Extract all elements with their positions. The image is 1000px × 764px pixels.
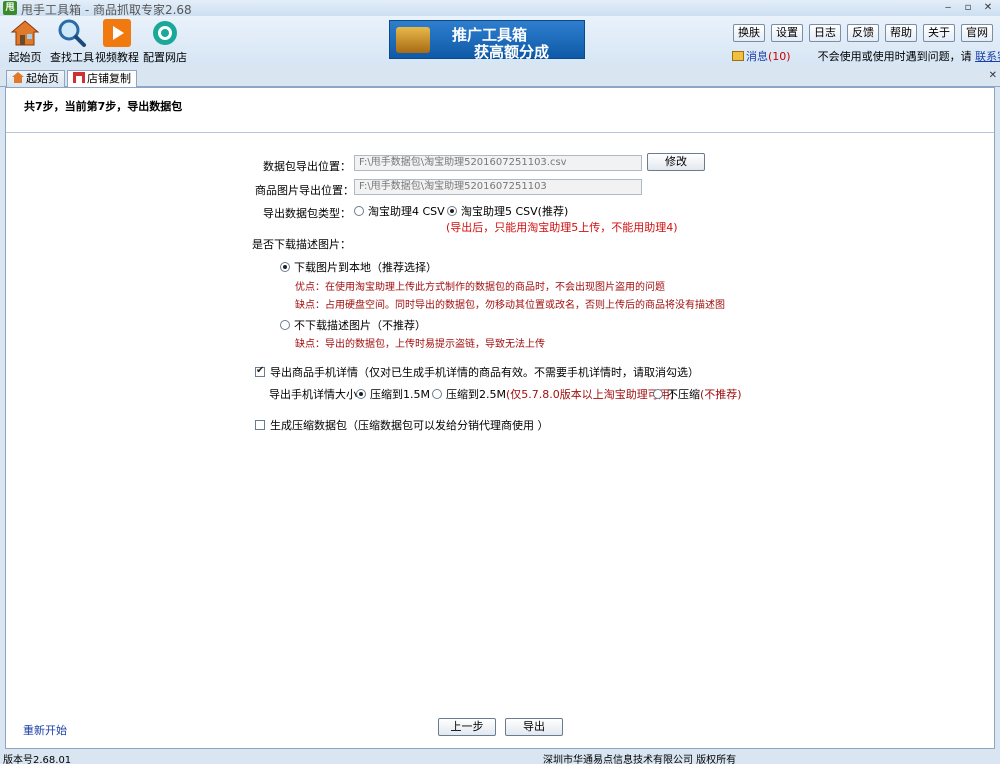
radio-assistant5[interactable] [447,206,457,216]
message-count: (10) [768,50,791,63]
divider [6,132,994,133]
play-icon [103,19,131,47]
promo-banner[interactable]: 推广工具箱 获高额分成 [389,20,585,61]
download-option-none[interactable]: 不下载描述图片（不推荐） [280,317,426,333]
about-button[interactable]: 关于 [923,24,955,42]
version-text: 版本号2.68.01 [3,755,72,764]
radio-download-local[interactable] [280,262,290,272]
radio-download-none[interactable] [280,320,290,330]
radio-size-none[interactable] [653,389,663,399]
window-controls: ‒ ▫ ✕ [938,0,998,16]
magnifier-icon [58,19,86,47]
mobile-size-label: 导出手机详情大小： [269,388,368,401]
title-bar: 甩 甩手工具箱 - 商品抓取专家2.68 ‒ ▫ ✕ [0,0,1000,17]
package-type-label: 导出数据包类型： [263,207,351,220]
messages-link[interactable]: 消息 [746,50,768,63]
modify-button[interactable]: 修改 [647,153,705,171]
shop-icon [73,72,85,83]
copyright-text: 深圳市华通易点信息技术有限公司 版权所有 [543,755,737,764]
previous-step-button[interactable]: 上一步 [438,718,496,736]
export-path-field[interactable]: F:\甩手数据包\淘宝助理5201607251103.csv [354,155,642,171]
website-button[interactable]: 官网 [961,24,993,42]
find-tool-button[interactable]: 查找工具 [49,18,95,65]
size-option-none[interactable]: 不压缩(不推荐) [653,386,742,402]
top-button-group: 换肤 设置 日志 反馈 帮助 关于 官网 [733,24,993,42]
tab-shop-copy[interactable]: 店铺复制 [67,70,137,88]
restore-button[interactable]: ▫ [958,0,978,16]
download-images-label: 是否下载描述图片： [252,238,351,251]
minimize-button[interactable]: ‒ [938,0,958,16]
radio-size-1-5m[interactable] [356,389,366,399]
toolbar: 起始页 查找工具 视频教程 配置网店 推广工具箱 获高额分成 换肤 设置 日志 … [0,16,1000,66]
treasure-chest-icon [396,27,430,53]
status-bar: 版本号2.68.01 深圳市华通易点信息技术有限公司 版权所有 [0,749,1000,764]
log-button[interactable]: 日志 [809,24,841,42]
zip-package-option[interactable]: 生成压缩数据包（压缩数据包可以发给分销代理商使用 ） [255,417,549,433]
message-row: 消息(10) 不会使用或使用时遇到问题，请 联系客服 [732,48,1000,64]
tab-start-page[interactable]: 起始页 [6,70,65,87]
mobile-detail-option[interactable]: 导出商品手机详情（仅对已生成手机详情的商品有效。不需要手机详情时，请取消勾选） [255,364,699,380]
download-option-local[interactable]: 下载图片到本地（推荐选择） [280,259,437,275]
image-path-field[interactable]: F:\甩手数据包\淘宝助理5201607251103 [354,179,642,195]
restart-link[interactable]: 重新开始 [23,722,67,738]
close-window-button[interactable]: ✕ [978,0,998,16]
video-tutorial-button[interactable]: 视频教程 [94,18,140,65]
settings-button[interactable]: 设置 [771,24,803,42]
image-path-label: 商品图片导出位置： [255,184,354,197]
home-tool-button[interactable]: 起始页 [2,18,48,65]
type-option-assistant4[interactable]: 淘宝助理4 CSV [354,203,445,219]
home-icon [10,20,40,46]
size-option-2-5m[interactable]: 压缩到2.5M(仅5.7.8.0版本以上淘宝助理可用) [432,386,674,402]
step-indicator: 共7步，当前第7步，导出数据包 [24,100,183,113]
mobile-detail-checkbox[interactable] [255,365,265,377]
wizard-panel: 共7步，当前第7步，导出数据包 数据包导出位置： F:\甩手数据包\淘宝助理52… [5,87,995,749]
tab-bar: 起始页 店铺复制 ✕ [0,68,1000,88]
radio-size-2-5m[interactable] [432,389,442,399]
skin-button[interactable]: 换肤 [733,24,765,42]
pro-note: 优点：在使用淘宝助理上传此方式制作的数据包的商品时，不会出现图片盗用的问题 [295,282,665,293]
configure-shop-button[interactable]: 配置网店 [142,18,188,65]
con-note-local: 缺点：占用硬盘空间。同时导出的数据包，勿移动其位置或改名，否则上传后的商品将没有… [295,300,725,311]
message-icon [732,51,744,61]
con-note-none: 缺点：导出的数据包，上传时易提示盗链，导致无法上传 [295,339,545,350]
help-button[interactable]: 帮助 [885,24,917,42]
type-option-assistant5[interactable]: 淘宝助理5 CSV(推荐) [447,203,568,219]
export-button[interactable]: 导出 [505,718,563,736]
contact-support-link[interactable]: 联系客服 [975,50,1000,63]
radio-assistant4[interactable] [354,206,364,216]
zip-package-checkbox[interactable] [255,420,265,430]
type-note: (导出后，只能用淘宝助理5上传，不能用助理4) [446,221,678,234]
size-option-1-5m[interactable]: 压缩到1.5M [356,386,430,402]
close-tab-icon[interactable]: ✕ [989,70,997,81]
home-icon [12,72,24,83]
feedback-button[interactable]: 反馈 [847,24,879,42]
gear-icon [153,21,177,45]
app-logo-icon: 甩 [3,1,17,15]
help-text: 不会使用或使用时遇到问题，请 [817,50,972,63]
export-path-label: 数据包导出位置： [263,160,351,173]
